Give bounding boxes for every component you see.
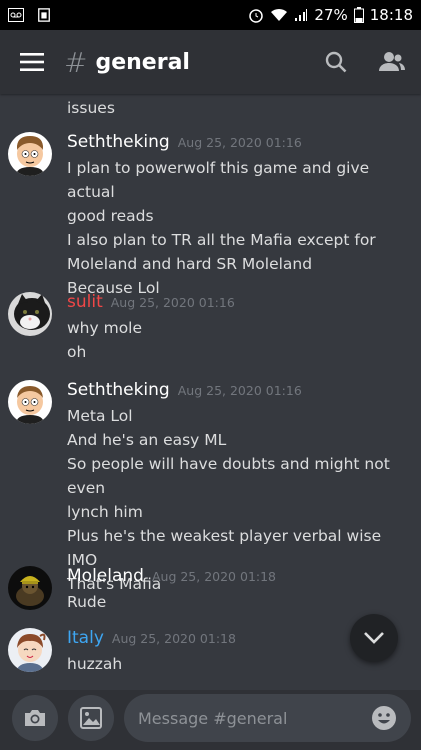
message-line: lynch him <box>67 503 143 521</box>
search-icon <box>325 51 347 73</box>
message-line: So people will have doubts and might not… <box>67 455 390 497</box>
members-button[interactable] <box>376 46 408 78</box>
avatar[interactable] <box>8 132 52 176</box>
message-line: I plan to powerwolf this game and give a… <box>67 159 370 201</box>
channel-name: general <box>95 49 190 75</box>
alarm-icon <box>249 9 264 23</box>
battery-icon <box>353 7 364 23</box>
message-line: And he's an easy ML <box>67 431 227 449</box>
message-list[interactable]: issues Seththeking Aug 25, 2020 01:16 I … <box>0 94 421 690</box>
sim-icon <box>38 8 50 22</box>
message-header: Italy Aug 25, 2020 01:18 <box>67 628 236 648</box>
message-body: huzzah <box>67 652 407 676</box>
hamburger-icon <box>20 53 44 71</box>
emoji-icon[interactable] <box>371 705 397 731</box>
mole-avatar-icon <box>8 566 52 610</box>
message-input[interactable] <box>138 708 371 728</box>
members-icon <box>379 52 405 71</box>
chevron-down-icon <box>364 632 384 644</box>
gallery-button[interactable] <box>68 695 114 741</box>
status-bar: 27% 18:18 <box>0 0 421 30</box>
message-header: Moleland Aug 25, 2020 01:18 <box>67 566 276 586</box>
signal-icon <box>295 9 308 21</box>
avatar[interactable] <box>8 292 52 336</box>
timestamp: Aug 25, 2020 01:18 <box>151 569 277 584</box>
wifi-icon <box>271 8 288 21</box>
message-line: I also plan to TR all the Mafia except f… <box>67 231 376 249</box>
message-group: Moleland Aug 25, 2020 01:18 Rude <box>0 566 421 616</box>
message-line: Moleland and hard SR Moleland <box>67 255 313 273</box>
cat-avatar-icon <box>8 292 52 336</box>
message-composer <box>0 690 421 750</box>
message-group: Seththeking Aug 25, 2020 01:16 I plan to… <box>0 132 421 297</box>
cartoon-avatar-icon <box>8 132 52 176</box>
voicemail-icon <box>8 8 24 22</box>
author-name[interactable]: sulit <box>67 292 103 312</box>
message-line: Plus he's the weakest player verbal wise… <box>67 527 382 569</box>
message-group: sulit Aug 25, 2020 01:16 why mole oh <box>0 292 421 366</box>
cartoon-avatar-icon <box>8 380 52 424</box>
timestamp: Aug 25, 2020 01:16 <box>177 135 302 150</box>
timestamp: Aug 25, 2020 01:16 <box>110 295 235 310</box>
message-line: why mole <box>67 319 143 337</box>
camera-icon <box>25 710 45 726</box>
author-name[interactable]: Seththeking <box>67 380 170 400</box>
battery-percent: 27% <box>314 6 348 24</box>
author-name[interactable]: Seththeking <box>67 132 170 152</box>
message-body: Rude <box>67 590 407 614</box>
menu-button[interactable] <box>0 30 64 94</box>
message-header: Seththeking Aug 25, 2020 01:16 <box>67 380 302 400</box>
message-group: Seththeking Aug 25, 2020 01:16 Meta Lol … <box>0 380 421 593</box>
jump-to-bottom-button[interactable] <box>350 614 398 662</box>
timestamp: Aug 25, 2020 01:18 <box>111 631 236 646</box>
anime-avatar-icon <box>8 628 52 672</box>
author-name[interactable]: Moleland <box>67 566 144 586</box>
author-name[interactable]: Italy <box>67 628 104 648</box>
avatar[interactable] <box>8 628 52 672</box>
message-line: Rude <box>67 593 107 611</box>
avatar[interactable] <box>8 566 52 610</box>
channel-hash: # <box>64 45 88 79</box>
message-continuation: issues <box>67 99 115 117</box>
message-line: huzzah <box>67 655 123 673</box>
clock: 18:18 <box>369 6 413 24</box>
message-header: Seththeking Aug 25, 2020 01:16 <box>67 132 302 152</box>
message-input-wrapper <box>124 694 411 742</box>
message-line: good reads <box>67 207 154 225</box>
search-button[interactable] <box>320 46 352 78</box>
avatar[interactable] <box>8 380 52 424</box>
message-line: oh <box>67 343 87 361</box>
camera-button[interactable] <box>12 695 58 741</box>
timestamp: Aug 25, 2020 01:16 <box>177 383 302 398</box>
message-line: Meta Lol <box>67 407 133 425</box>
image-icon <box>80 707 102 729</box>
channel-header: # general <box>0 30 421 94</box>
message-header: sulit Aug 25, 2020 01:16 <box>67 292 235 312</box>
message-body: I plan to powerwolf this game and give a… <box>67 156 407 300</box>
message-body: why mole oh <box>67 316 407 364</box>
